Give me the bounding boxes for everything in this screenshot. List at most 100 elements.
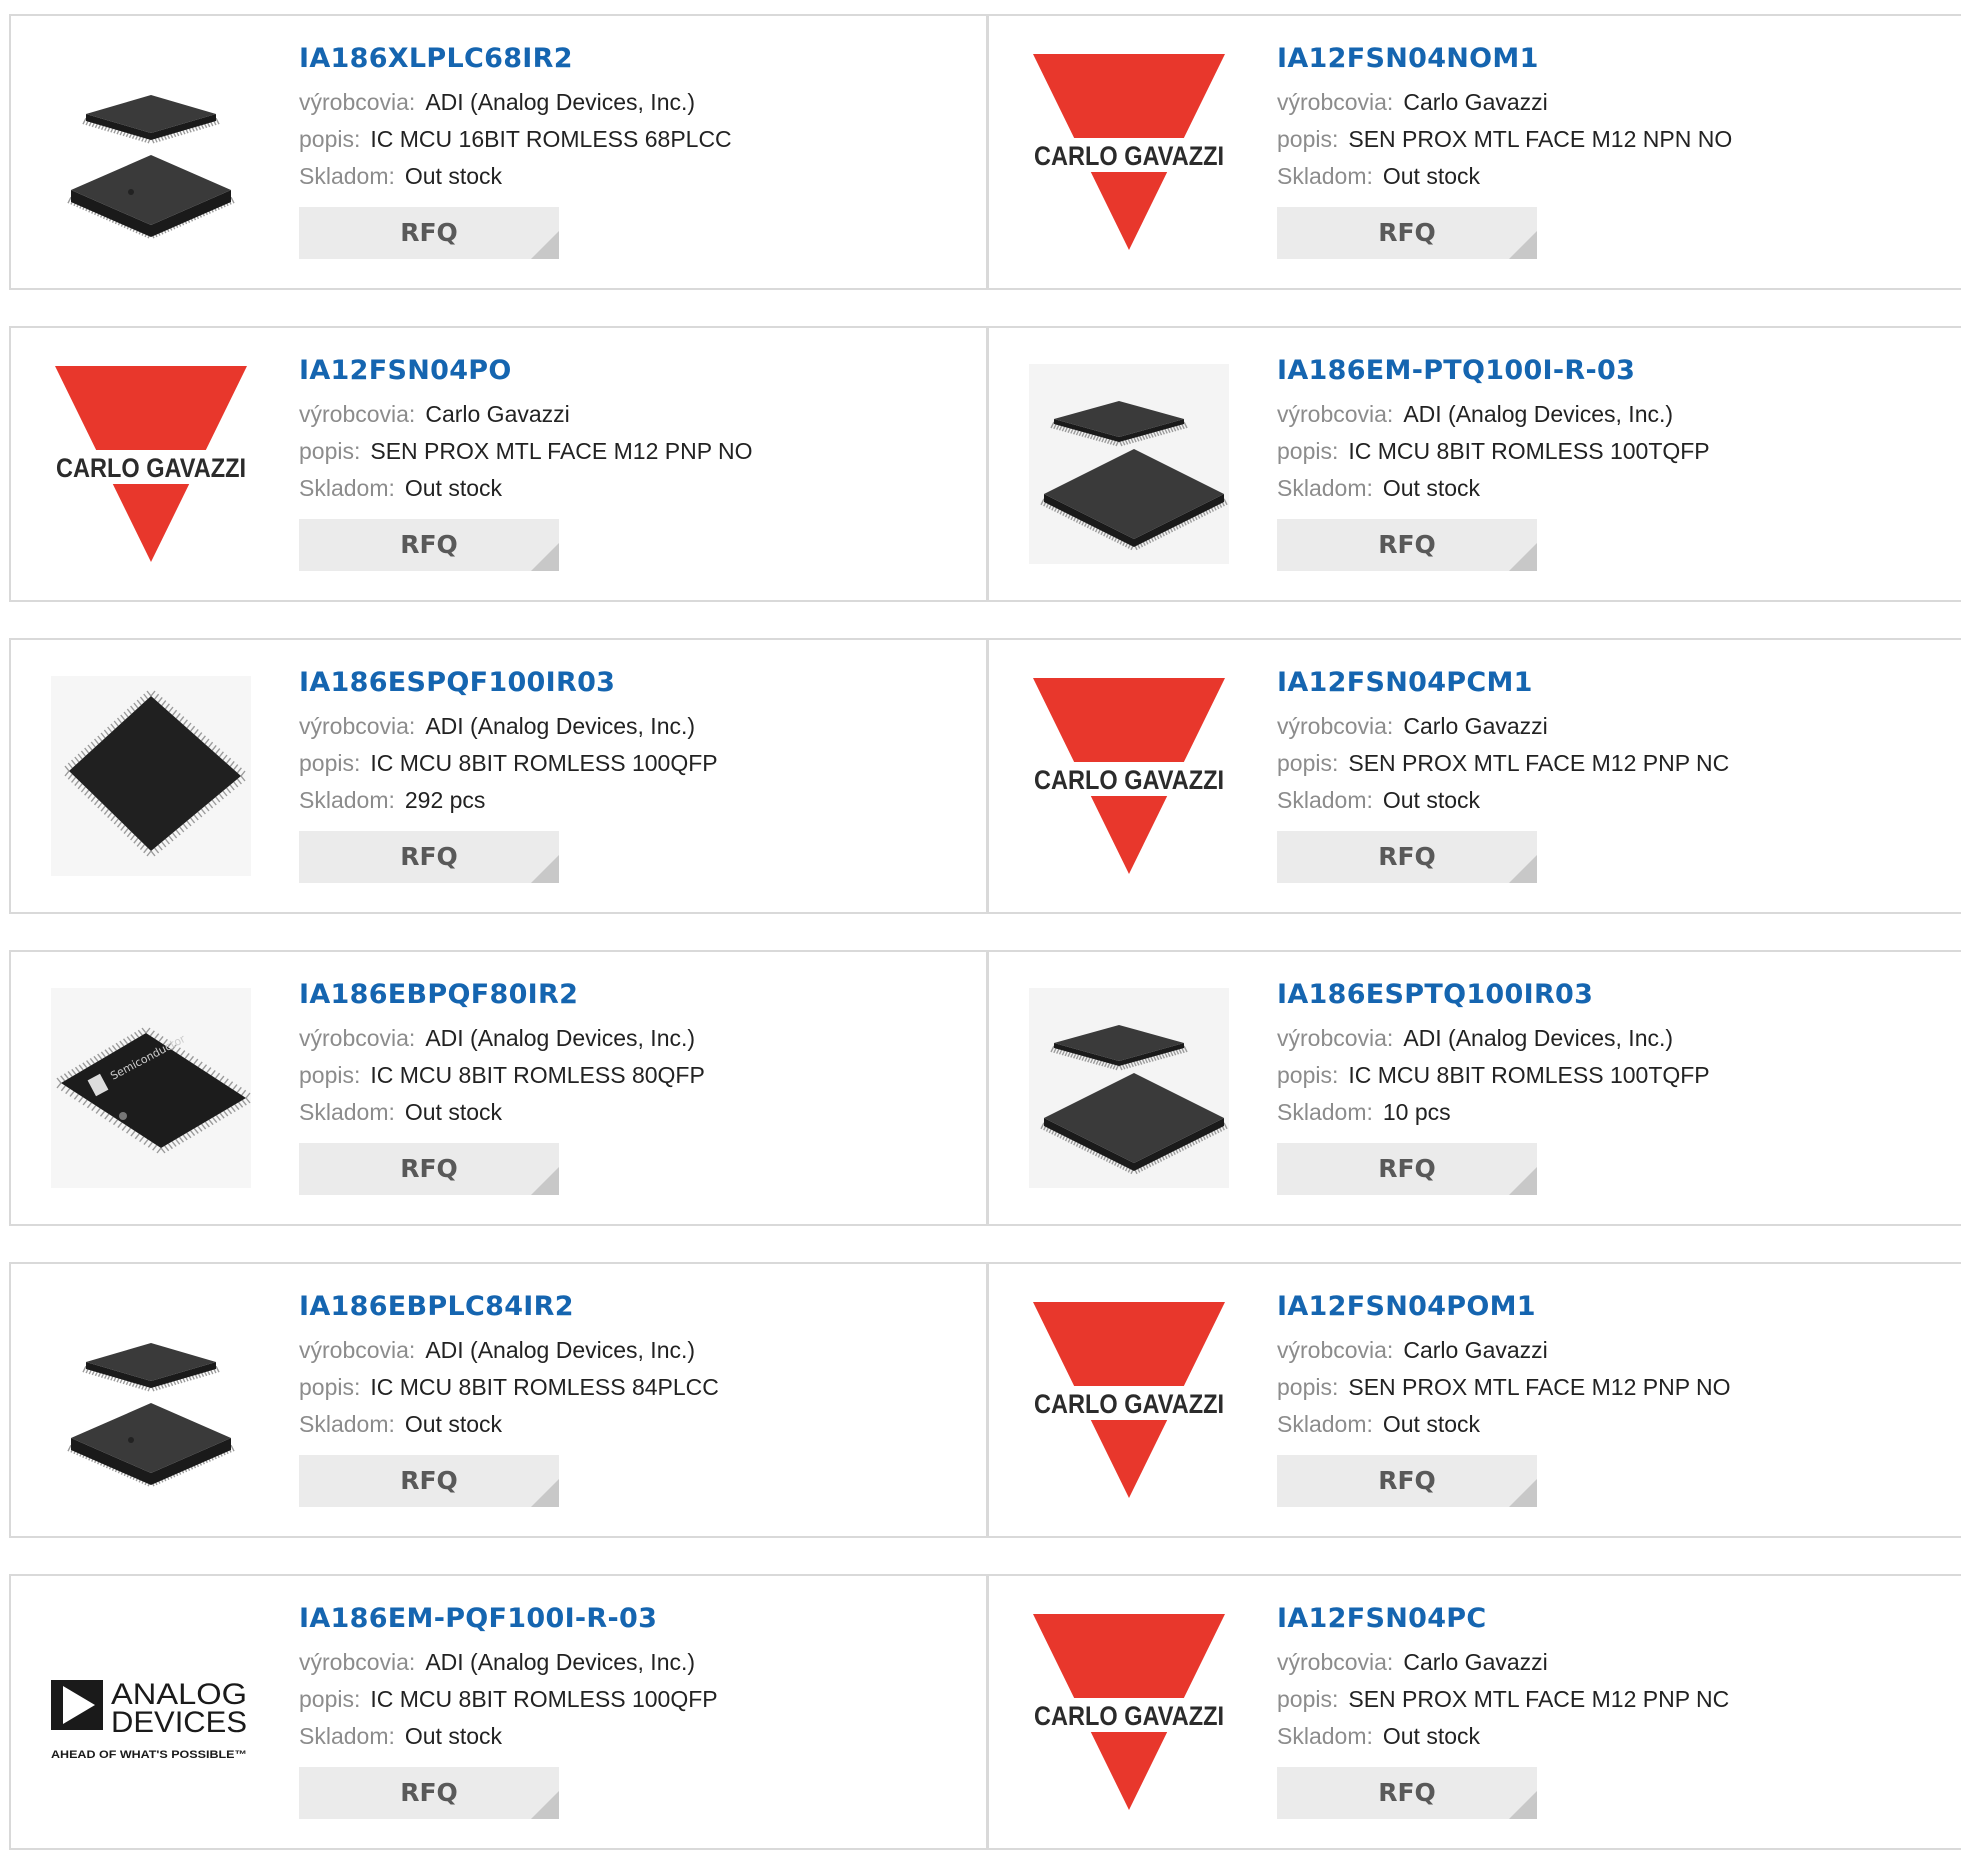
product-image[interactable]	[51, 676, 251, 876]
corner-triangle-icon	[531, 855, 559, 883]
svg-text:CARLO GAVAZZI: CARLO GAVAZZI	[56, 453, 246, 483]
part-number-link[interactable]: IA12FSN04NOM1	[1277, 42, 1732, 76]
description-row: popis: IC MCU 8BIT ROMLESS 80QFP	[299, 1057, 705, 1094]
stock-value: Out stock	[404, 163, 503, 189]
part-number-link[interactable]: IA186EBPQF80IR2	[299, 978, 705, 1012]
stock-label: Skladom:	[299, 163, 395, 189]
rfq-button[interactable]: RFQ	[299, 1455, 559, 1507]
stock-row: Skladom: Out stock	[299, 158, 732, 195]
product-image[interactable]: ANALOG DEVICES AHEAD OF WHAT'S POSSIBLE™	[51, 1612, 251, 1812]
product-info: IA186EM-PQF100I-R-03 výrobcovia: ADI (Ana…	[299, 1602, 718, 1819]
stock-label: Skladom:	[1277, 475, 1373, 501]
rfq-button[interactable]: RFQ	[299, 831, 559, 883]
part-number-link[interactable]: IA186EM-PTQ100I-R-03	[1277, 354, 1710, 388]
product-image[interactable]: CARLO GAVAZZI	[1029, 676, 1229, 876]
rfq-button[interactable]: RFQ	[1277, 1143, 1537, 1195]
description-label: popis:	[1277, 1062, 1339, 1088]
description-label: popis:	[1277, 1686, 1339, 1712]
part-number-link[interactable]: IA186EBPLC84IR2	[299, 1290, 719, 1324]
stock-label: Skladom:	[1277, 1411, 1373, 1437]
manufacturer-value: Carlo Gavazzi	[1403, 713, 1548, 739]
product-card: IA186XLPLC68IR2 výrobcovia: ADI (Analog D…	[9, 14, 988, 290]
stock-row: Skladom: Out stock	[299, 470, 753, 507]
description-row: popis: SEN PROX MTL FACE M12 PNP NC	[1277, 1681, 1729, 1718]
chip-image: Semiconductor	[51, 988, 251, 1188]
product-image[interactable]	[1029, 988, 1229, 1188]
manufacturer-value: ADI (Analog Devices, Inc.)	[425, 1337, 696, 1363]
part-number-link[interactable]: IA12FSN04PO	[299, 354, 753, 388]
manufacturer-row: výrobcovia: Carlo Gavazzi	[1277, 708, 1729, 745]
description-label: popis:	[1277, 126, 1339, 152]
stock-row: Skladom: 292 pcs	[299, 782, 718, 819]
part-number-link[interactable]: IA186XLPLC68IR2	[299, 42, 732, 76]
svg-text:DEVICES: DEVICES	[111, 1706, 247, 1739]
rfq-button[interactable]: RFQ	[299, 1143, 559, 1195]
rfq-button[interactable]: RFQ	[299, 519, 559, 571]
manufacturer-label: výrobcovia:	[1277, 1649, 1394, 1675]
product-image[interactable]: CARLO GAVAZZI	[1029, 1300, 1229, 1500]
rfq-button[interactable]: RFQ	[299, 1767, 559, 1819]
part-number-link[interactable]: IA12FSN04PC	[1277, 1602, 1729, 1636]
part-number-link[interactable]: IA186ESPTQ100IR03	[1277, 978, 1710, 1012]
description-row: popis: SEN PROX MTL FACE M12 PNP NO	[299, 433, 753, 470]
stock-value: Out stock	[404, 1723, 503, 1749]
product-card: Semiconductor IA186EBPQF80IR2 výrobcovia…	[9, 950, 988, 1226]
product-card: CARLO GAVAZZI IA12FSN04PCM1 výrobcovia: C…	[987, 638, 1961, 914]
manufacturer-row: výrobcovia: ADI (Analog Devices, Inc.)	[299, 1644, 718, 1681]
rfq-button[interactable]: RFQ	[1277, 519, 1537, 571]
part-number-link[interactable]: IA186EM-PQF100I-R-03	[299, 1602, 718, 1636]
rfq-button-label: RFQ	[1378, 1466, 1436, 1495]
part-number-link[interactable]: IA12FSN04PCM1	[1277, 666, 1729, 700]
rfq-button-label: RFQ	[400, 218, 458, 247]
manufacturer-value: ADI (Analog Devices, Inc.)	[425, 713, 696, 739]
description-label: popis:	[1277, 438, 1339, 464]
stock-label: Skladom:	[1277, 1723, 1373, 1749]
carlo-gavazzi-logo: CARLO GAVAZZI	[1029, 678, 1229, 874]
stock-row: Skladom: Out stock	[299, 1406, 719, 1443]
rfq-button[interactable]: RFQ	[1277, 207, 1537, 259]
description-value: IC MCU 8BIT ROMLESS 100TQFP	[1348, 1062, 1710, 1088]
rfq-button[interactable]: RFQ	[299, 207, 559, 259]
manufacturer-row: výrobcovia: ADI (Analog Devices, Inc.)	[299, 1332, 719, 1369]
carlo-gavazzi-logo: CARLO GAVAZZI	[1029, 1302, 1229, 1498]
stock-value: Out stock	[1382, 475, 1481, 501]
description-label: popis:	[1277, 750, 1339, 776]
rfq-button[interactable]: RFQ	[1277, 831, 1537, 883]
description-row: popis: IC MCU 8BIT ROMLESS 100TQFP	[1277, 433, 1710, 470]
part-number-link[interactable]: IA186ESPQF100IR03	[299, 666, 718, 700]
rfq-button-label: RFQ	[400, 1778, 458, 1807]
description-value: IC MCU 8BIT ROMLESS 100TQFP	[1348, 438, 1710, 464]
corner-triangle-icon	[1509, 1167, 1537, 1195]
product-image[interactable]: CARLO GAVAZZI	[1029, 1612, 1229, 1812]
corner-triangle-icon	[531, 231, 559, 259]
description-row: popis: IC MCU 8BIT ROMLESS 100QFP	[299, 1681, 718, 1718]
product-image[interactable]	[51, 1300, 251, 1500]
product-image[interactable]: CARLO GAVAZZI	[51, 364, 251, 564]
product-image[interactable]: Semiconductor	[51, 988, 251, 1188]
stock-value: Out stock	[1382, 1723, 1481, 1749]
product-info: IA12FSN04PO výrobcovia: Carlo Gavazzi pop…	[299, 354, 753, 571]
product-image[interactable]: CARLO GAVAZZI	[1029, 52, 1229, 252]
svg-text:CARLO GAVAZZI: CARLO GAVAZZI	[1034, 1389, 1224, 1419]
product-card: IA186EM-PTQ100I-R-03 výrobcovia: ADI (Ana…	[987, 326, 1961, 602]
description-label: popis:	[299, 126, 361, 152]
rfq-button-label: RFQ	[1378, 842, 1436, 871]
description-label: popis:	[299, 438, 361, 464]
manufacturer-value: ADI (Analog Devices, Inc.)	[425, 89, 696, 115]
stock-value: 292 pcs	[404, 787, 486, 813]
product-info: IA186ESPQF100IR03 výrobcovia: ADI (Analog…	[299, 666, 718, 883]
description-row: popis: IC MCU 8BIT ROMLESS 84PLCC	[299, 1369, 719, 1406]
part-number-link[interactable]: IA12FSN04POM1	[1277, 1290, 1731, 1324]
chip-image	[67, 1343, 235, 1487]
product-image[interactable]	[1029, 364, 1229, 564]
carlo-gavazzi-logo: CARLO GAVAZZI	[1029, 54, 1229, 250]
svg-text:CARLO GAVAZZI: CARLO GAVAZZI	[1034, 765, 1224, 795]
description-label: popis:	[1277, 1374, 1339, 1400]
rfq-button[interactable]: RFQ	[1277, 1767, 1537, 1819]
manufacturer-label: výrobcovia:	[299, 1649, 416, 1675]
corner-triangle-icon	[531, 1791, 559, 1819]
manufacturer-label: výrobcovia:	[1277, 1025, 1394, 1051]
rfq-button[interactable]: RFQ	[1277, 1455, 1537, 1507]
product-image[interactable]	[51, 52, 251, 252]
manufacturer-value: Carlo Gavazzi	[425, 401, 570, 427]
